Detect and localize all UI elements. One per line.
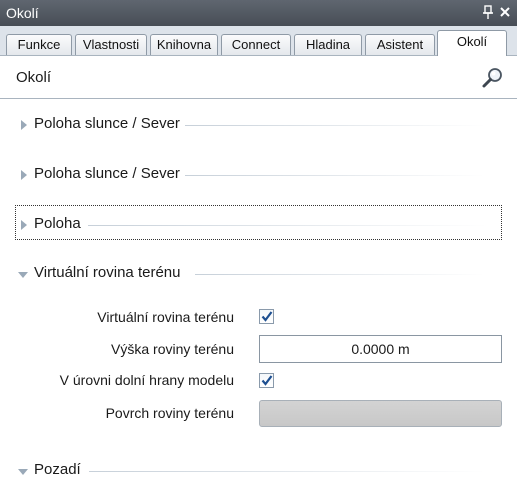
section-divider	[89, 471, 485, 472]
focus-outline	[15, 205, 502, 240]
section-divider	[185, 125, 485, 126]
bottom-edge-label: V úrovni dolní hrany modelu	[59, 372, 234, 388]
section-label: Pozadí	[34, 461, 81, 478]
section-label: Poloha slunce / Sever	[34, 115, 180, 132]
tab-okoli[interactable]: Okolí	[437, 30, 507, 57]
tab-asistent[interactable]: Asistent	[365, 34, 435, 55]
bottom-edge-checkbox[interactable]	[259, 373, 274, 388]
plane-height-label: Výška roviny terénu	[111, 341, 234, 357]
chevron-right-icon	[21, 120, 27, 130]
tab-funkce[interactable]: Funkce	[6, 34, 72, 55]
section-divider	[195, 274, 485, 275]
tab-knihovna[interactable]: Knihovna	[150, 34, 218, 55]
section-divider	[88, 225, 488, 226]
chevron-down-icon	[18, 469, 28, 475]
checkmark-icon	[261, 375, 273, 386]
section-divider	[185, 175, 485, 176]
chevron-right-icon	[21, 220, 27, 230]
virtual-plane-checkbox[interactable]	[259, 309, 274, 324]
tab-strip: Funkce Vlastnosti Knihovna Connect Hladi…	[0, 26, 517, 57]
window-title: Okolí	[6, 5, 39, 21]
tab-vlastnosti[interactable]: Vlastnosti	[75, 34, 147, 55]
tab-hladina[interactable]: Hladina	[294, 34, 362, 55]
section-label: Poloha	[34, 215, 81, 232]
panel-header: Okolí	[0, 56, 517, 99]
surface-label: Povrch roviny terénu	[105, 405, 234, 421]
virtual-plane-label: Virtuální rovina terénu	[97, 309, 234, 325]
chevron-right-icon	[21, 170, 27, 180]
panel-title: Okolí	[16, 69, 52, 86]
magnifier-icon[interactable]	[480, 66, 506, 90]
panel-titlebar: Okolí	[0, 0, 517, 26]
plane-height-input[interactable]: 0.0000 m	[259, 335, 502, 363]
chevron-down-icon	[18, 272, 28, 278]
pin-icon[interactable]	[481, 4, 495, 20]
close-icon[interactable]	[497, 3, 513, 21]
checkmark-icon	[261, 311, 273, 322]
surface-color-swatch[interactable]	[259, 400, 502, 427]
tab-connect[interactable]: Connect	[221, 34, 291, 55]
section-label: Poloha slunce / Sever	[34, 165, 180, 182]
section-label: Virtuální rovina terénu	[34, 264, 181, 281]
